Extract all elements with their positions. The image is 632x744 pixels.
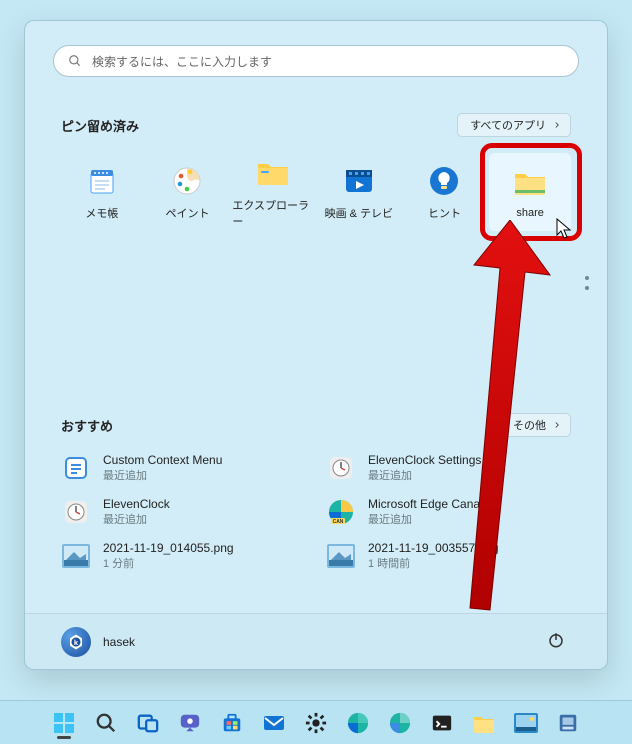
reco-subtitle: 最近追加 — [103, 511, 170, 527]
pinned-label: メモ帳 — [85, 205, 118, 221]
more-label: その他 — [513, 417, 546, 433]
recommended-title: おすすめ — [61, 416, 113, 435]
pinned-label: エクスプローラー — [232, 197, 314, 229]
movies-icon — [341, 163, 377, 199]
task-settings[interactable] — [298, 705, 334, 741]
reco-custom-context-menu[interactable]: Custom Context Menu最近追加 — [61, 453, 306, 483]
start-footer: k hasek — [25, 613, 607, 669]
image-thumb-icon — [61, 541, 91, 571]
reco-edge-canary[interactable]: CAN Microsoft Edge Canary最近追加 — [326, 497, 571, 527]
username: hasek — [103, 635, 135, 649]
tips-icon — [426, 163, 462, 199]
power-icon — [547, 631, 565, 649]
task-edge-dev[interactable] — [382, 705, 418, 741]
clock-settings-icon — [326, 453, 356, 483]
user-button[interactable]: k hasek — [61, 627, 135, 657]
reco-subtitle: 最近追加 — [103, 467, 222, 483]
pinned-tips[interactable]: ヒント — [404, 153, 486, 231]
search-icon — [68, 54, 82, 68]
pinned-notepad[interactable]: メモ帳 — [61, 153, 143, 231]
recommended-grid: Custom Context Menu最近追加 ElevenClock Sett… — [61, 453, 571, 571]
reco-title: Custom Context Menu — [103, 453, 222, 467]
task-edge[interactable] — [340, 705, 376, 741]
pinned-label: share — [516, 207, 544, 219]
clock-icon — [61, 497, 91, 527]
recommended-section: おすすめ その他 Custom Context Menu最近追加 ElevenC… — [25, 273, 607, 571]
reco-title: ElevenClock — [103, 497, 170, 511]
reco-title: 2021-11-19_003557.png — [368, 541, 499, 555]
task-screenshot-tool[interactable] — [508, 705, 544, 741]
edge-canary-icon: CAN — [326, 497, 356, 527]
taskbar — [0, 700, 632, 744]
reco-screenshot-1[interactable]: 2021-11-19_014055.png1 分前 — [61, 541, 306, 571]
reco-title: ElevenClock Settings — [368, 453, 481, 467]
reco-subtitle: 最近追加 — [368, 467, 481, 483]
pinned-label: ペイント — [165, 205, 209, 221]
avatar: k — [61, 627, 91, 657]
share-folder-icon — [512, 165, 548, 201]
reco-subtitle: 最近追加 — [368, 511, 490, 527]
search-input[interactable]: 検索するには、ここに入力します — [53, 45, 579, 77]
pinned-grid: メモ帳 ペイント エクスプローラー 映画 & テレビ — [61, 153, 571, 231]
reco-elevenclock[interactable]: ElevenClock最近追加 — [61, 497, 306, 527]
task-chat[interactable] — [172, 705, 208, 741]
all-apps-label: すべてのアプリ — [470, 117, 546, 133]
reco-screenshot-2[interactable]: 2021-11-19_003557.png1 時間前 — [326, 541, 571, 571]
start-menu: 検索するには、ここに入力します ピン留め済み すべてのアプリ メモ帳 — [24, 20, 608, 670]
task-app[interactable] — [550, 705, 586, 741]
pager-dots[interactable] — [585, 276, 589, 290]
task-taskview[interactable] — [130, 705, 166, 741]
search-placeholder: 検索するには、ここに入力します — [92, 53, 272, 70]
reco-subtitle: 1 時間前 — [368, 555, 499, 571]
folder-icon — [255, 155, 291, 191]
pinned-paint[interactable]: ペイント — [147, 153, 229, 231]
menu-app-icon — [61, 453, 91, 483]
more-button[interactable]: その他 — [500, 413, 571, 437]
reco-subtitle: 1 分前 — [103, 555, 234, 571]
task-terminal[interactable] — [424, 705, 460, 741]
pinned-share[interactable]: share — [489, 153, 571, 231]
chevron-right-icon — [552, 120, 562, 130]
image-thumb-icon — [326, 541, 356, 571]
paint-icon — [169, 163, 205, 199]
pinned-label: 映画 & テレビ — [325, 205, 393, 221]
pinned-movies[interactable]: 映画 & テレビ — [318, 153, 400, 231]
task-store[interactable] — [214, 705, 250, 741]
task-search[interactable] — [88, 705, 124, 741]
svg-text:CAN: CAN — [333, 519, 344, 525]
task-explorer[interactable] — [466, 705, 502, 741]
pinned-label: ヒント — [428, 205, 461, 221]
reco-title: Microsoft Edge Canary — [368, 497, 490, 511]
chevron-right-icon — [552, 420, 562, 430]
pinned-title: ピン留め済み — [61, 116, 139, 135]
reco-elevenclock-settings[interactable]: ElevenClock Settings最近追加 — [326, 453, 571, 483]
task-mail[interactable] — [256, 705, 292, 741]
pinned-explorer[interactable]: エクスプローラー — [232, 153, 314, 231]
task-start[interactable] — [46, 705, 82, 741]
reco-title: 2021-11-19_014055.png — [103, 541, 234, 555]
pinned-section: ピン留め済み すべてのアプリ メモ帳 ペイント — [25, 81, 607, 231]
notepad-icon — [84, 163, 120, 199]
all-apps-button[interactable]: すべてのアプリ — [457, 113, 571, 137]
power-button[interactable] — [541, 625, 571, 658]
